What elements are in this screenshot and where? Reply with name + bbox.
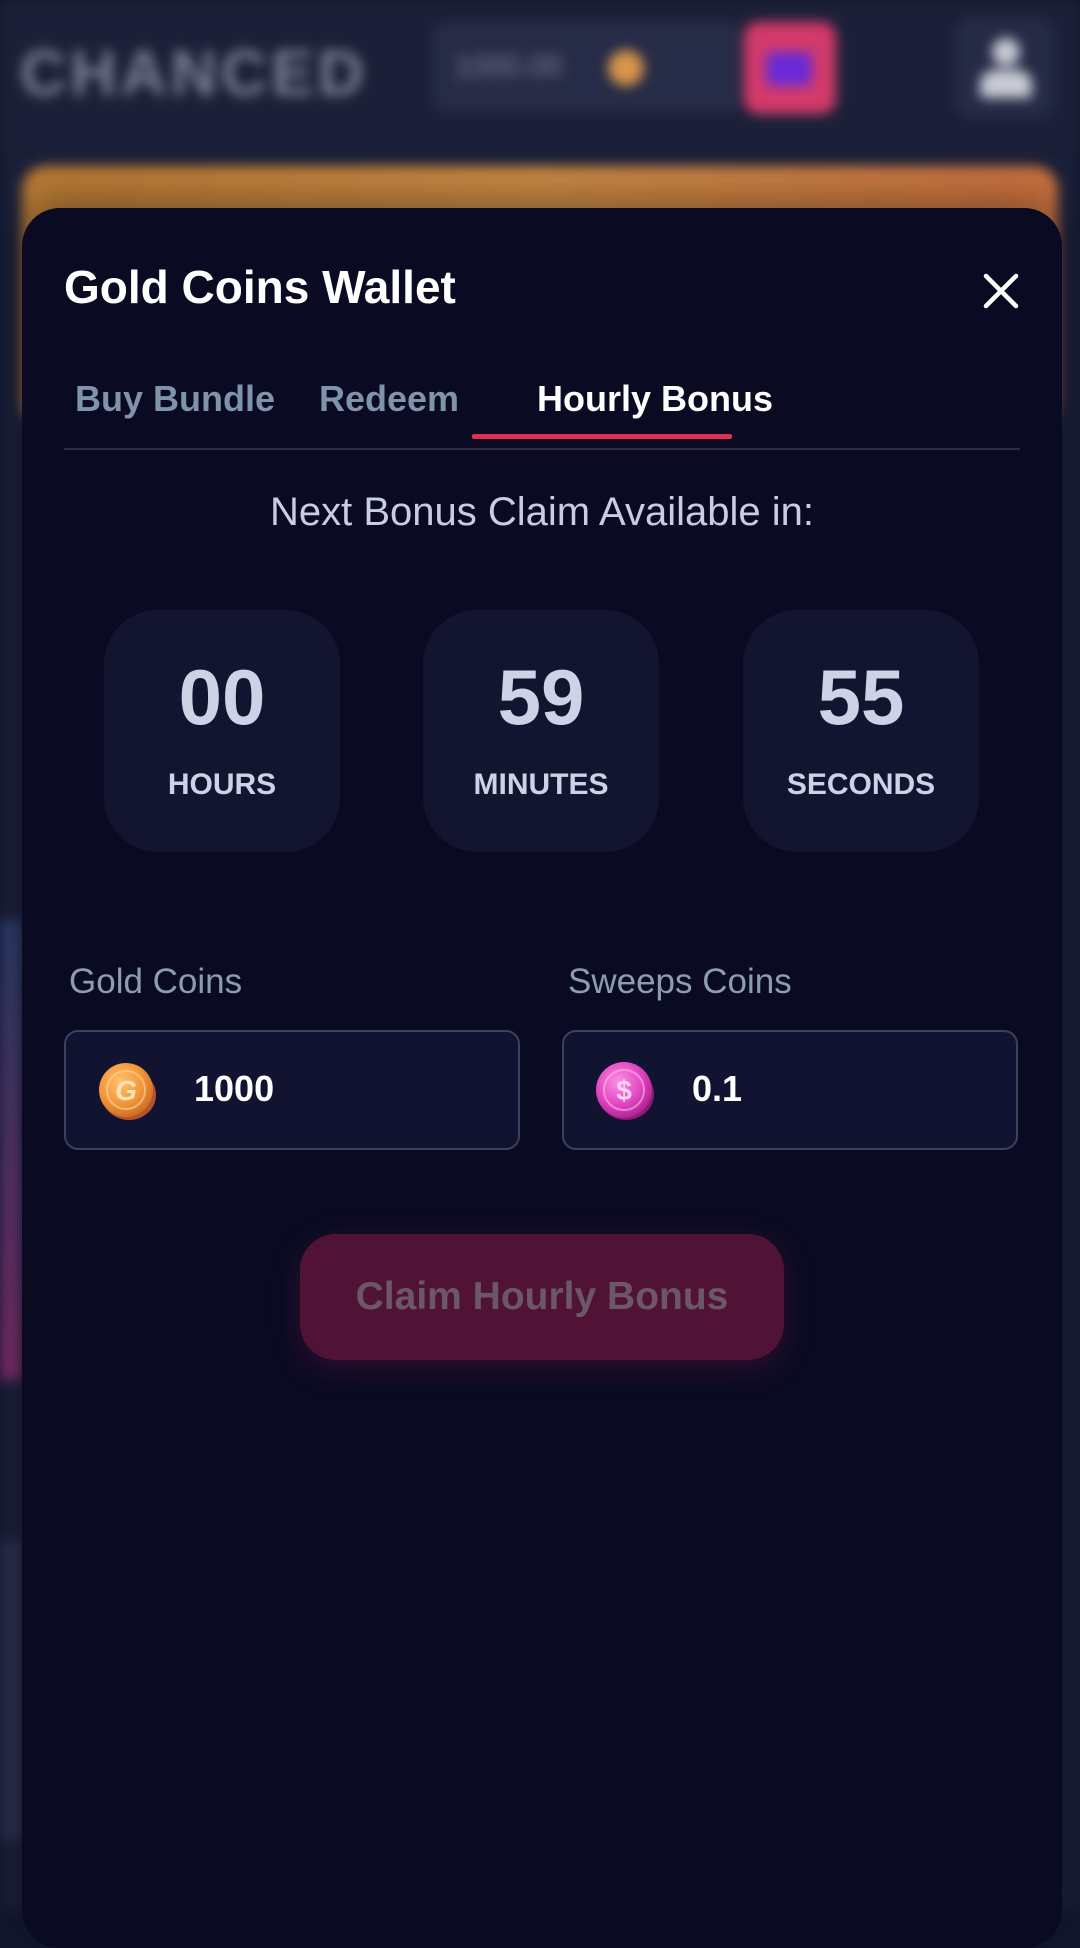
seconds-value: 55 <box>817 653 905 741</box>
sweeps-coins-label: Sweeps Coins <box>568 962 792 1001</box>
background-card <box>0 920 22 1380</box>
svg-text:$: $ <box>616 1075 632 1106</box>
hours-value: 00 <box>178 653 266 741</box>
tab-buy-bundle[interactable]: Buy Bundle <box>75 368 275 450</box>
gold-coins-wallet-modal: Gold Coins Wallet Buy Bundle Redeem Hour… <box>22 208 1062 1948</box>
hours-label: HOURS <box>167 768 277 801</box>
app-header: CHANCED 1000.00 <box>0 0 1080 150</box>
close-icon <box>983 273 1019 309</box>
sweeps-coins-field: $ 0.1 <box>562 1030 1018 1150</box>
modal-title: Gold Coins Wallet <box>64 261 456 313</box>
next-claim-text: Next Bonus Claim Available in: <box>270 490 814 534</box>
background-card <box>0 1540 22 1840</box>
timer-hours: 00 HOURS <box>104 610 340 852</box>
claim-hourly-bonus-button[interactable]: Claim Hourly Bonus <box>300 1234 784 1360</box>
gold-coins-field: G 1000 <box>64 1030 520 1150</box>
timer-seconds: 55 SECONDS <box>743 610 979 852</box>
gold-coins-value: 1000 <box>194 1068 275 1109</box>
balance-display: 1000.00 <box>432 22 742 112</box>
wallet-icon <box>766 52 812 86</box>
seconds-label: SECONDS <box>786 768 936 801</box>
tab-redeem[interactable]: Redeem <box>319 368 459 450</box>
balance-text: 1000.00 <box>454 50 563 83</box>
minutes-value: 59 <box>497 653 585 741</box>
user-icon <box>992 38 1020 66</box>
gold-coin-icon: G <box>99 1063 156 1120</box>
minutes-label: MINUTES <box>473 768 609 801</box>
timer-minutes: 59 MINUTES <box>423 610 659 852</box>
app-logo: CHANCED <box>20 37 368 109</box>
sweeps-coin-icon: $ <box>596 1062 654 1120</box>
close-button[interactable] <box>976 266 1026 316</box>
wallet-button <box>744 22 836 114</box>
sweeps-coins-value: 0.1 <box>692 1068 743 1109</box>
coin-icon <box>608 50 644 86</box>
user-profile-button <box>954 18 1056 118</box>
gold-coins-label: Gold Coins <box>69 962 243 1001</box>
active-tab-indicator <box>472 434 732 439</box>
svg-text:G: G <box>115 1075 137 1106</box>
